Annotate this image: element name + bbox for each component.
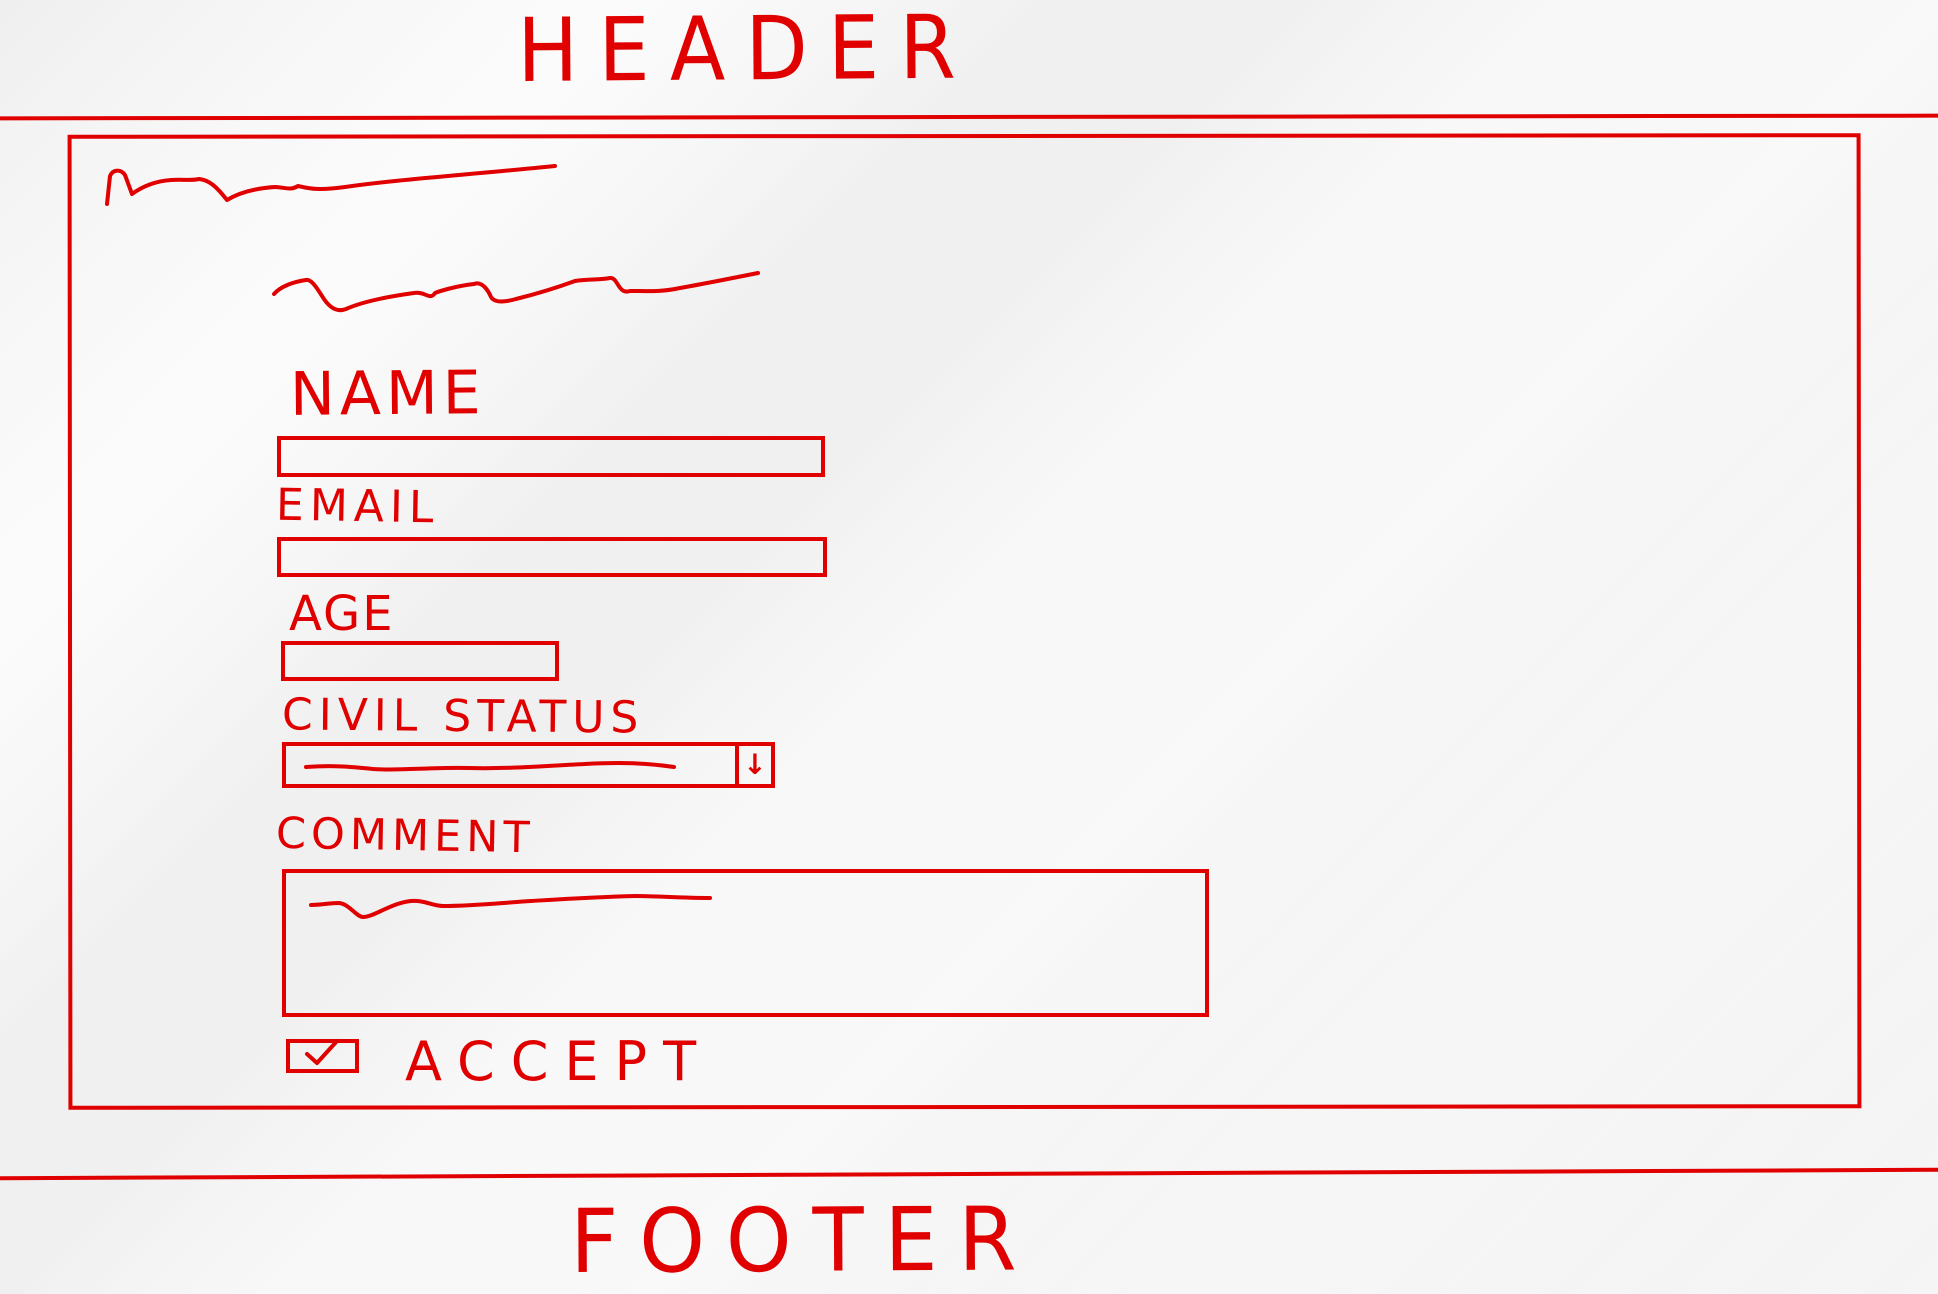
civil-status-select[interactable]: ↓: [282, 742, 775, 788]
comment-label: COMMENT: [275, 808, 536, 864]
email-label: EMAIL: [275, 479, 440, 534]
email-input[interactable]: [277, 537, 827, 577]
accept-checkbox[interactable]: [286, 1039, 359, 1073]
age-label: AGE: [289, 586, 395, 642]
footer-title: FOOTER: [569, 1187, 1038, 1293]
wireframe-page: HEADER NAME EMAIL AGE CIVIL STATUS ↓ COM…: [0, 0, 1938, 1294]
name-label: NAME: [289, 358, 486, 430]
footer-divider: [0, 1167, 1938, 1181]
civil-status-label: CIVIL STATUS: [281, 689, 645, 744]
comment-textarea[interactable]: [282, 869, 1209, 1017]
name-input[interactable]: [277, 436, 825, 477]
accept-label: ACCEPT: [405, 1030, 713, 1093]
header-title: HEADER: [516, 0, 977, 102]
header-divider: [0, 113, 1938, 121]
check-icon: [305, 1039, 339, 1065]
age-input[interactable]: [281, 641, 559, 681]
down-arrow-icon[interactable]: ↓: [735, 746, 771, 784]
civil-status-value-scribble: [304, 761, 676, 772]
